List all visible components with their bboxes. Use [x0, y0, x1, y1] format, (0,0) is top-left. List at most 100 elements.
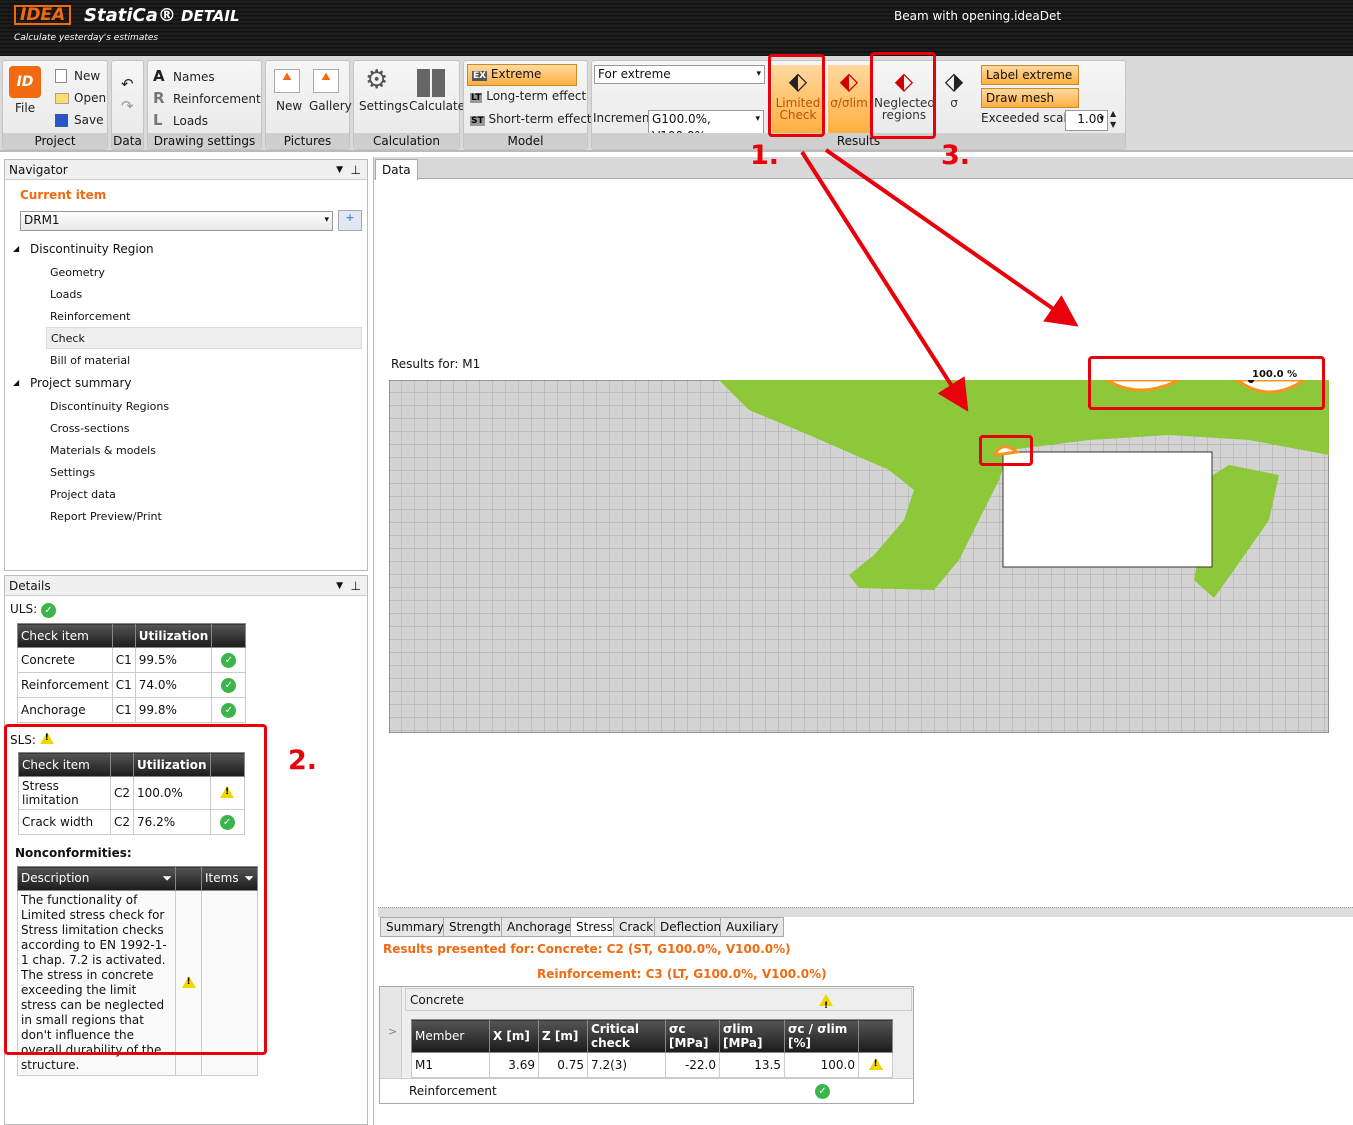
loads-button[interactable]: Loads — [173, 114, 208, 128]
stress-ratio-label: σ/σlim — [830, 96, 868, 110]
document-tabs — [374, 157, 1353, 179]
collapse-icon[interactable]: ◢ — [13, 244, 19, 253]
ok-check-icon: ✓ — [40, 603, 56, 618]
tree-node-discontinuity-region[interactable]: Discontinuity Region — [30, 242, 154, 256]
exceeded-scale-input[interactable]: 1.00 — [1065, 110, 1108, 131]
cell: M1 — [411, 1052, 490, 1078]
reinforcement-row[interactable]: Reinforcement ✓ — [380, 1078, 913, 1103]
dropdown-icon[interactable]: ▼ — [336, 160, 343, 180]
exceeded-scale-label: Exceeded scale — [981, 111, 1075, 125]
tree-item-materials[interactable]: Materials & models — [50, 444, 156, 457]
save-button[interactable]: Save — [74, 113, 103, 127]
column-header — [858, 1019, 893, 1053]
tab-deflection[interactable]: Deflection — [654, 917, 728, 937]
tree-item-discontinuity-regions[interactable]: Discontinuity Regions — [50, 400, 169, 413]
column-header: Utilization — [134, 623, 213, 648]
calculator-icon — [417, 69, 445, 97]
new-picture-button[interactable]: New — [276, 99, 302, 113]
tab-stress[interactable]: Stress — [570, 917, 619, 937]
tree-item-bill-of-material[interactable]: Bill of material — [50, 354, 130, 367]
tab-data[interactable]: Data — [375, 159, 418, 180]
tree-node-project-summary[interactable]: Project summary — [30, 376, 132, 390]
tab-strength[interactable]: Strength — [443, 917, 507, 937]
current-item-select[interactable]: DRM1 — [20, 211, 333, 231]
draw-mesh-button[interactable]: Draw mesh — [981, 88, 1079, 108]
annotation-box-limited-check — [768, 54, 825, 137]
reinforcement-icon: R — [153, 89, 165, 107]
tab-summary[interactable]: Summary — [380, 917, 450, 937]
cell: C1 — [111, 672, 136, 698]
for-extreme-select[interactable]: For extreme — [594, 65, 765, 84]
cell: 100.0 — [784, 1052, 859, 1078]
tree-item-cross-sections[interactable]: Cross-sections — [50, 422, 129, 435]
cell: -22.0 — [665, 1052, 720, 1078]
loads-icon: L — [153, 111, 163, 129]
table-row[interactable]: M1 3.69 0.75 7.2(3) -22.0 13.5 100.0 — [411, 1052, 893, 1078]
redo-icon[interactable]: ↷ — [121, 97, 134, 115]
group-label: Drawing settings — [148, 133, 261, 149]
tree-item-settings[interactable]: Settings — [50, 466, 95, 479]
long-term-button[interactable]: LT Long-term effect — [470, 89, 586, 103]
table-row[interactable]: Reinforcement C1 74.0% ✓ — [17, 672, 247, 698]
annotation-number: 1. — [750, 140, 780, 171]
file-button[interactable]: File — [15, 101, 35, 115]
tab-anchorage[interactable]: Anchorage — [501, 917, 578, 937]
warning-icon — [819, 994, 833, 1017]
tree-item-project-data[interactable]: Project data — [50, 488, 116, 501]
increment-label: Increment — [593, 111, 655, 125]
group-label: Model — [464, 133, 587, 149]
tree-item-geometry[interactable]: Geometry — [50, 266, 105, 279]
tab-auxiliary[interactable]: Auxiliary — [720, 917, 785, 937]
short-term-button[interactable]: ST Short-term effect — [470, 112, 592, 126]
collapse-icon[interactable]: ◢ — [13, 378, 19, 387]
ok-check-icon: ✓ — [221, 703, 237, 718]
stress-ratio-icon: ⬖ — [839, 67, 859, 95]
tree-item-reinforcement[interactable]: Reinforcement — [50, 310, 130, 323]
pin-icon[interactable]: ⊥ — [351, 576, 361, 596]
add-item-button[interactable]: + — [338, 210, 362, 231]
uls-table: Check item Utilization Concrete C1 99.5% ✓ R… — [17, 623, 247, 723]
tree-item-loads[interactable]: Loads — [50, 288, 82, 301]
extreme-label: Extreme — [490, 67, 542, 81]
stress-ratio-button[interactable]: ⬖ σ/σlim — [828, 65, 870, 133]
ok-check-icon: ✓ — [221, 678, 237, 693]
new-button[interactable]: New — [74, 69, 100, 83]
cell: Anchorage — [17, 697, 113, 723]
cell: C1 — [111, 647, 136, 673]
long-term-label: Long-term effect — [486, 89, 587, 103]
calculate-button[interactable]: Calculate — [409, 99, 465, 113]
st-icon: ST — [470, 116, 485, 126]
reinforcement-button[interactable]: Reinforcement — [173, 92, 261, 106]
tree-item-check[interactable]: Check — [46, 327, 362, 349]
names-button[interactable]: Names — [173, 70, 215, 84]
column-header: σc / σlim [%] — [784, 1019, 859, 1053]
settings-gear-icon: ⚙ — [365, 65, 389, 95]
splitter[interactable] — [378, 907, 1353, 917]
spinner-arrows[interactable]: ▲ ▼ — [1110, 108, 1116, 130]
table-row[interactable]: Anchorage C1 99.8% ✓ — [17, 697, 247, 723]
navigator-title: Navigator — [9, 163, 68, 177]
label-extreme-button[interactable]: Label extreme — [981, 65, 1079, 85]
ok-check-icon: ✓ — [815, 1084, 830, 1099]
current-item-label: Current item — [20, 188, 107, 202]
results-canvas[interactable] — [389, 380, 1329, 733]
table-row[interactable]: Concrete C1 99.5% ✓ — [17, 647, 247, 673]
dropdown-icon[interactable]: ▼ — [336, 576, 343, 596]
names-icon: A — [153, 67, 165, 85]
presented-reinforcement: Reinforcement: C3 (LT, G100.0%, V100.0%) — [537, 967, 827, 981]
cell: 7.2(3) — [587, 1052, 666, 1078]
open-button[interactable]: Open — [74, 91, 106, 105]
file-icon[interactable]: ID — [9, 66, 41, 98]
tree-item-report-preview[interactable]: Report Preview/Print — [50, 510, 162, 523]
ribbon: ID File New Open Save Project ↶ ↷ Data A… — [0, 56, 1353, 152]
stress-button[interactable]: ⬗ σ — [936, 65, 972, 133]
gallery-button[interactable]: Gallery — [309, 99, 352, 113]
expand-chevron-icon[interactable]: > — [388, 1025, 397, 1038]
pin-icon[interactable]: ⊥ — [351, 160, 361, 180]
settings-button[interactable]: Settings — [359, 99, 408, 113]
concrete-row[interactable]: Concrete — [405, 988, 912, 1017]
undo-icon[interactable]: ↶ — [121, 75, 134, 93]
uls-text: ULS: — [10, 602, 38, 616]
tab-crack[interactable]: Crack — [613, 917, 660, 937]
extreme-button[interactable]: EX Extreme — [467, 64, 577, 86]
